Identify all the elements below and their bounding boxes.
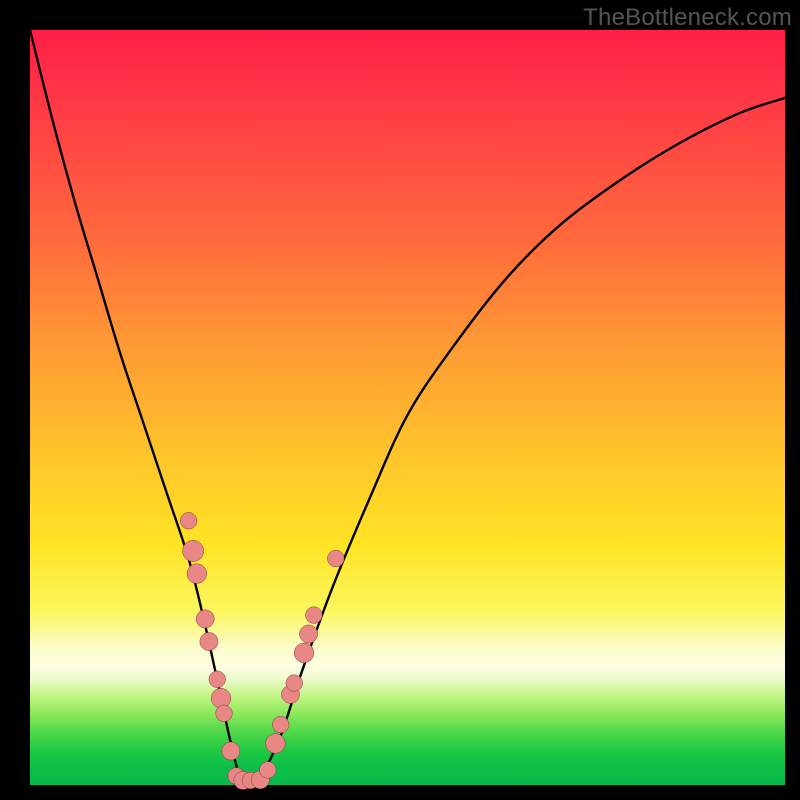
watermark-text: TheBottleneck.com	[583, 4, 792, 32]
data-marker	[294, 643, 314, 663]
data-marker	[306, 607, 323, 624]
data-marker	[260, 762, 277, 779]
data-marker	[200, 632, 218, 650]
marker-layer	[180, 512, 344, 789]
data-marker	[183, 540, 204, 561]
data-marker	[180, 512, 197, 529]
plot-area	[30, 30, 785, 785]
chart-svg	[30, 30, 785, 785]
data-marker	[272, 716, 289, 733]
data-marker	[216, 705, 233, 722]
bottleneck-curve	[30, 30, 785, 785]
data-marker	[209, 671, 226, 688]
data-marker	[187, 564, 207, 584]
chart-frame: TheBottleneck.com	[0, 0, 800, 800]
data-marker	[300, 625, 318, 643]
data-marker	[286, 675, 303, 692]
data-marker	[327, 550, 344, 567]
data-marker	[211, 688, 231, 708]
data-marker	[266, 734, 286, 754]
data-marker	[196, 610, 214, 628]
data-marker	[222, 742, 240, 760]
